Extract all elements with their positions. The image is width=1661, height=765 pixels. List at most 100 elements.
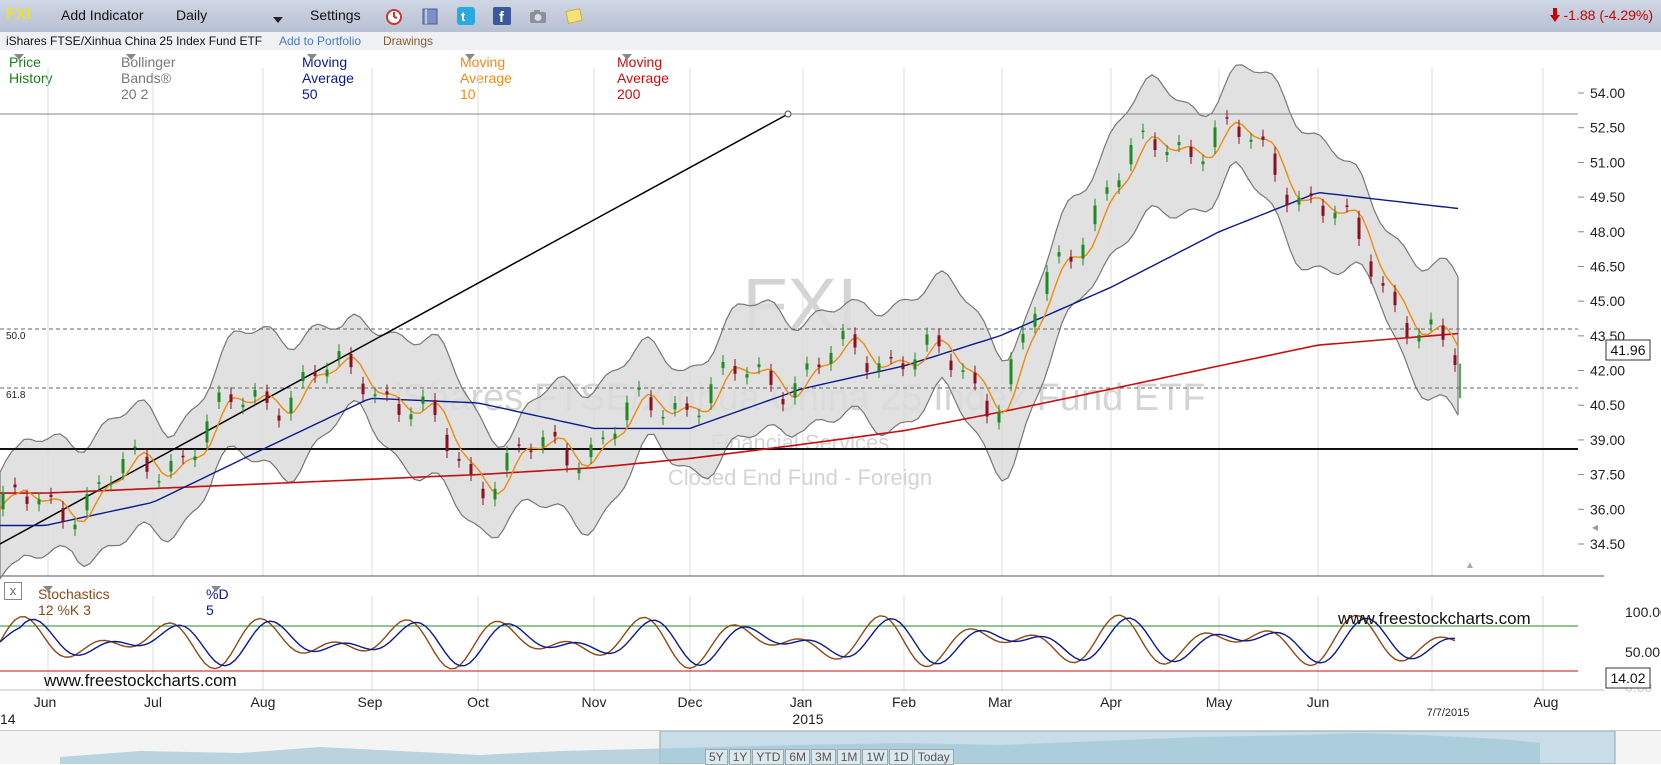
last-price-box [1605,339,1651,361]
candle-body [781,399,785,405]
twitter-icon[interactable]: t [456,6,476,26]
date-marker: 7/7/2015 [1427,707,1470,719]
symbol-label[interactable]: FXI [6,6,31,24]
chevron-down-icon[interactable] [273,12,283,28]
fib-label-50: 50.0 [6,331,26,342]
candle-body [817,364,821,368]
drawings-link[interactable]: Drawings [383,34,433,48]
candle-body [253,390,257,397]
settings-button[interactable]: Settings [310,7,361,23]
candle-body [1213,127,1217,148]
candle-body [193,456,197,461]
candle-body [589,444,593,458]
y-tick-label: 49.50 [1590,189,1625,205]
candle-body [793,383,797,398]
facebook-icon[interactable]: f [492,6,512,26]
y-tick-label: 45.00 [1590,293,1625,309]
candlesticks [1,110,1461,537]
fib-label-618: 61.8 [6,390,26,401]
chevron-down-icon[interactable] [14,54,24,60]
candle-body [853,334,857,348]
candle-body [277,415,281,421]
site-watermark-left: www.freestockcharts.com [43,671,237,690]
note-icon[interactable] [564,6,584,26]
add-to-portfolio-link[interactable]: Add to Portfolio [279,34,361,48]
chevron-down-icon[interactable] [43,586,53,592]
x-tick-label: Jun [34,694,57,710]
candle-body [1261,136,1265,140]
y-tick-label: 51.00 [1590,154,1625,170]
candle-body [445,434,449,452]
candle-body [865,363,869,373]
candle-body [505,453,509,471]
candle-body [361,383,365,395]
y-tick-label: 43.50 [1590,328,1625,344]
watermark-sector: Financial Services [711,430,890,455]
chevron-down-icon[interactable] [622,54,632,60]
collapse-icon: ▲ [1465,560,1475,571]
candle-body [961,370,965,372]
chevron-down-icon[interactable] [465,54,475,60]
candle-body [1165,152,1169,156]
trend-line-handle[interactable] [784,110,792,118]
candle-body [205,421,209,443]
x-tick-label: Jan [790,694,813,710]
interval-select[interactable]: Daily [176,7,207,23]
candle-body [325,369,329,377]
candle-body [1285,194,1289,206]
candle-body [73,524,77,530]
candle-body [613,433,617,439]
candle-body [1081,244,1085,259]
candle-body [457,458,461,461]
x-tick-label: Apr [1100,694,1122,710]
camera-icon[interactable] [528,6,548,26]
candle-body [1177,142,1181,146]
candle-body [685,403,689,410]
candle-body [1201,161,1205,165]
candle-body [937,335,941,347]
alarm-clock-icon[interactable] [384,6,404,26]
candle-body [553,431,557,437]
chevron-down-icon[interactable] [307,54,317,60]
candle-body [1105,187,1109,194]
candle-body [433,400,437,415]
candle-body [889,356,893,359]
candle-body [1093,205,1097,225]
candle-body [565,450,569,466]
candle-body [265,391,269,403]
navigator-strip[interactable]: 5Y 1Y YTD 6M 3M 1M 1W 1D Today [0,730,1661,765]
candle-body [1117,180,1121,188]
candle-body [349,354,353,368]
ma50-line [0,191,1459,527]
bollinger-band [0,64,1459,580]
candle-body [1417,334,1421,342]
candle-body [145,456,149,472]
chevron-down-icon[interactable] [126,54,136,60]
watermark-symbol: FXI [742,263,857,346]
indicator-bar: Price History Bollinger Bands® 20 2 Movi… [0,50,1600,102]
candle-body [805,363,809,370]
book-icon[interactable] [420,6,440,26]
candle-body [25,496,29,504]
indicator-ma200-label: Moving Average 200 [617,54,669,102]
stoch-axis-50: 50.00 [1625,644,1660,660]
y-tick-label: 39.00 [1590,432,1625,448]
watermark: FXI iShares FTSE/Xinhua China 25 Index F… [394,263,1205,490]
candle-body [373,394,377,397]
candle-body [1153,139,1157,151]
x-tick-label: Jun [1307,694,1330,710]
candle-body [1333,212,1337,219]
chevron-down-icon[interactable] [211,586,221,592]
price-change: -1.88 (-4.29%) [1549,7,1653,23]
candle-body [1057,252,1061,257]
candle-body [13,484,17,488]
candle-body [481,488,485,499]
candle-body [1429,319,1433,325]
trend-line[interactable] [0,113,789,545]
indicator-ma10-label: Moving Average 10 [460,54,512,102]
price-chart[interactable]: FXI iShares FTSE/Xinhua China 25 Index F… [0,0,1661,730]
x-tick-label: Dec [678,694,703,710]
add-indicator-button[interactable]: Add Indicator [61,7,144,23]
candle-body [1405,323,1409,338]
stoch-value: 14.02 [1610,670,1645,686]
